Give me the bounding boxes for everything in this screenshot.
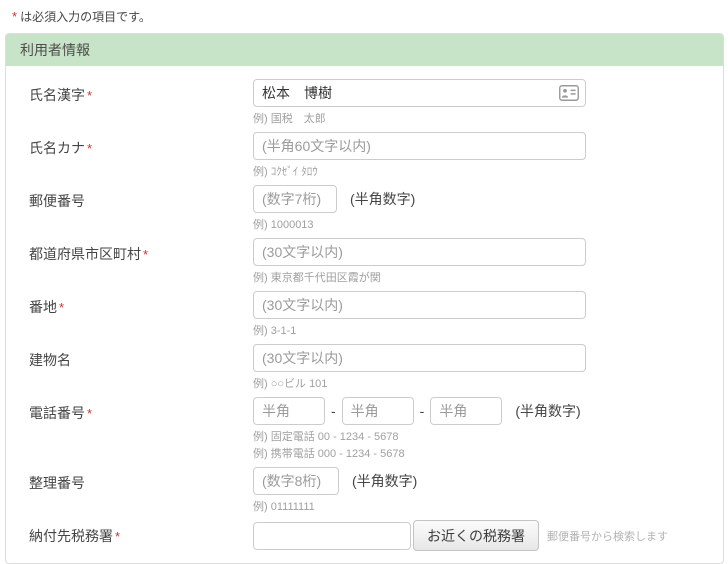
reference-number-hint: 例) 01111111	[253, 501, 315, 513]
reference-number-label: 整理番号	[29, 475, 85, 491]
phone-label: 電話番号	[29, 405, 85, 421]
building-name-input[interactable]	[253, 344, 586, 372]
building-name-hint: 例) ○○ビル 101	[253, 378, 328, 390]
row-phone: 電話番号* - - (半角数字) 例) 固定電話	[6, 397, 723, 462]
required-asterisk: *	[12, 9, 18, 24]
postal-code-hint: 例) 1000013	[253, 219, 314, 231]
section-title: 利用者情報	[20, 42, 90, 58]
street-number-input[interactable]	[253, 291, 586, 319]
required-asterisk: *	[87, 406, 93, 421]
phone-hint-mobile: 例) 携帯電話 000 - 1234 - 5678	[253, 448, 405, 460]
row-name-kanji: 氏名漢字 * 松本 博樹 例) 国税 太郎	[6, 79, 723, 127]
row-prefecture-city: 都道府県市区町村* 例) 東京都千代田区霞が関	[6, 238, 723, 286]
street-number-label: 番地	[29, 299, 57, 315]
postal-code-label: 郵便番号	[29, 193, 85, 209]
name-kana-hint: 例) ｺｸｾﾞｲ ﾀﾛｳ	[253, 166, 318, 178]
required-asterisk: *	[115, 529, 121, 544]
user-info-panel: 利用者情報 氏名漢字 * 松本 博樹 例) 国税 太郎 氏名カナ * (半角60…	[5, 33, 724, 564]
prefecture-city-hint: 例) 東京都千代田区霞が関	[253, 272, 381, 284]
tax-office-search-note: 郵便番号から検索します	[547, 530, 668, 543]
postal-code-input[interactable]	[253, 185, 337, 213]
name-kanji-hint: 例) 国税 太郎	[253, 113, 326, 125]
prefecture-city-input[interactable]	[253, 238, 586, 266]
phone-separator: -	[419, 403, 425, 419]
postal-code-format-note: (半角数字)	[350, 191, 416, 207]
contact-card-icon[interactable]	[559, 85, 579, 101]
required-note: * は必須入力の項目です。	[0, 0, 728, 25]
form-body: 氏名漢字 * 松本 博樹 例) 国税 太郎 氏名カナ * (半角60文字以内) …	[6, 66, 723, 563]
phone-hint-landline: 例) 固定電話 00 - 1234 - 5678	[253, 431, 399, 443]
phone-format-note: (半角数字)	[515, 403, 581, 419]
phone-part3-input[interactable]	[430, 397, 503, 425]
name-kanji-label: 氏名漢字	[29, 87, 85, 103]
required-asterisk: *	[59, 300, 65, 315]
row-tax-office: 納付先税務署 * お近くの税務署 郵便番号から検索します	[6, 520, 723, 551]
row-street-number: 番地* 例) 3-1-1	[6, 291, 723, 339]
name-kanji-input[interactable]	[253, 79, 586, 107]
required-note-text: は必須入力の項目です。	[20, 10, 151, 24]
row-name-kana: 氏名カナ* 例) ｺｸｾﾞｲ ﾀﾛｳ	[6, 132, 723, 180]
row-building-name: 建物名 例) ○○ビル 101	[6, 344, 723, 392]
building-name-label: 建物名	[29, 352, 71, 368]
row-reference-number: 整理番号 (半角数字) 例) 01111111	[6, 467, 723, 515]
required-asterisk: *	[87, 88, 93, 103]
name-kana-input[interactable]	[253, 132, 586, 160]
phone-separator: -	[331, 403, 336, 419]
name-kana-label: 氏名カナ	[29, 140, 85, 156]
reference-number-input[interactable]	[253, 467, 339, 495]
phone-part1-input[interactable]	[253, 397, 325, 425]
reference-number-format-note: (半角数字)	[352, 473, 418, 489]
tax-office-label: 納付先税務署	[29, 528, 113, 544]
nearby-tax-office-button[interactable]: お近くの税務署	[413, 520, 539, 551]
row-postal-code: 郵便番号 (半角数字) 例) 1000013	[6, 185, 723, 233]
section-header: 利用者情報	[6, 34, 723, 66]
required-asterisk: *	[87, 141, 93, 156]
prefecture-city-label: 都道府県市区町村	[29, 246, 141, 262]
street-number-hint: 例) 3-1-1	[253, 325, 297, 337]
required-asterisk: *	[143, 247, 149, 262]
phone-part2-input[interactable]	[341, 397, 414, 425]
tax-office-input[interactable]	[253, 521, 411, 550]
